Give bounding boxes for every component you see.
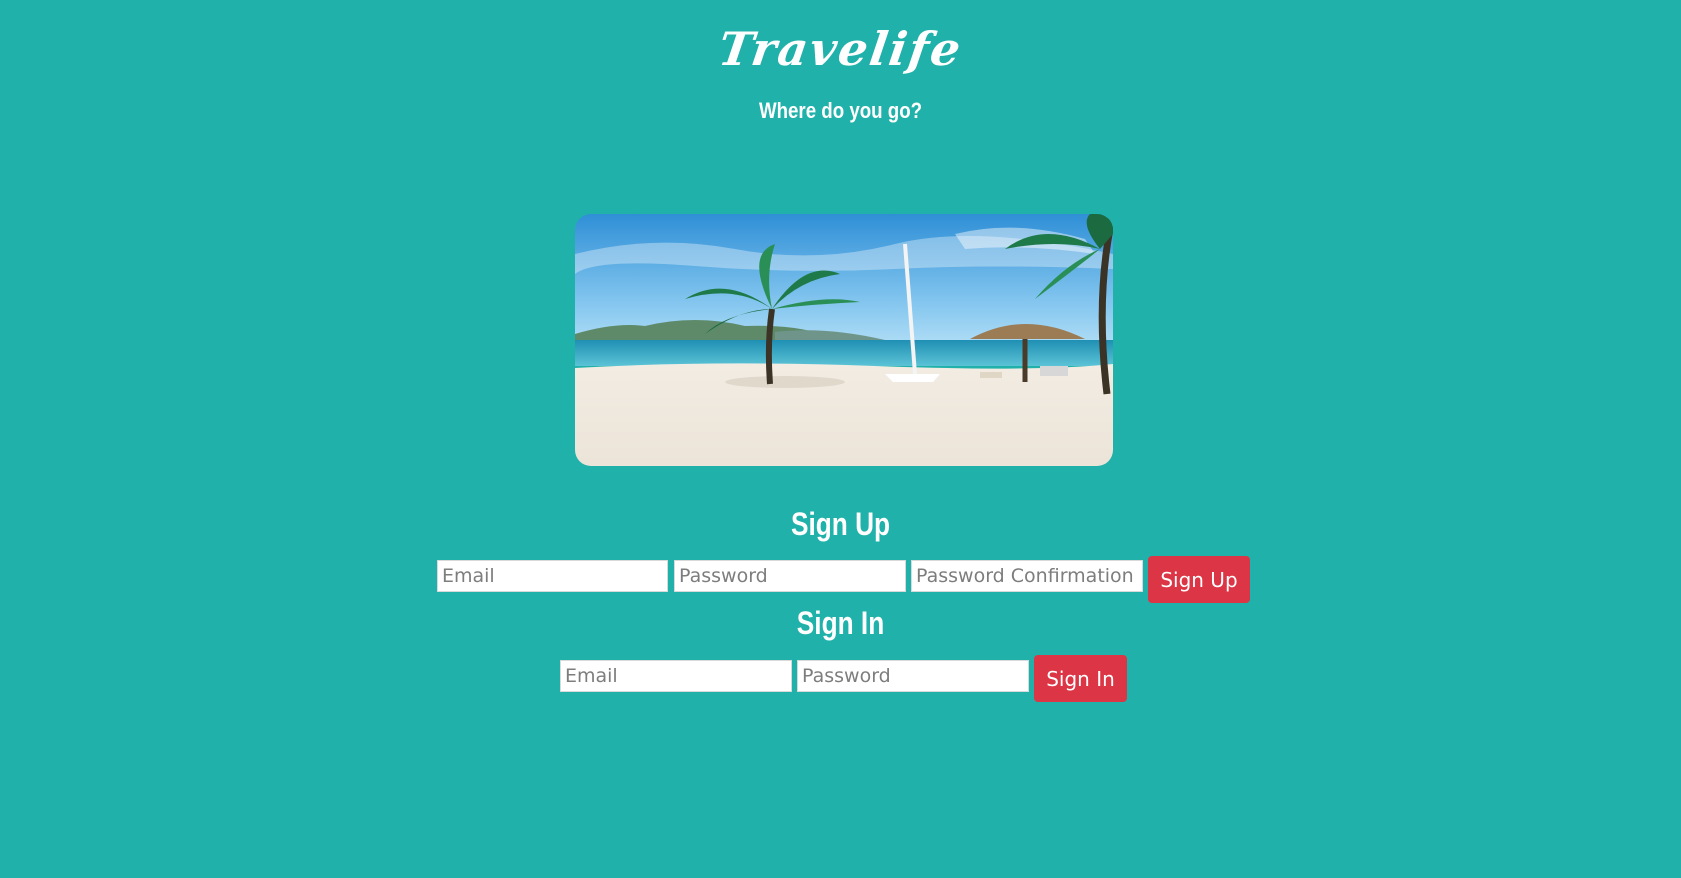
signin-password-input[interactable] (797, 660, 1029, 692)
brand-logo: Travelife (715, 22, 966, 76)
signin-email-input[interactable] (560, 660, 792, 692)
signin-title: Sign In (796, 605, 885, 641)
signup-password-input[interactable] (674, 560, 906, 592)
hero-image (575, 214, 1113, 466)
signup-email-input[interactable] (437, 560, 668, 592)
signin-button[interactable]: Sign In (1034, 655, 1127, 702)
beach-illustration (575, 214, 1113, 466)
tagline: Where do you go? (758, 98, 923, 123)
signup-password-confirmation-input[interactable] (911, 560, 1143, 592)
signup-title: Sign Up (790, 506, 891, 542)
page: Travelife Where do you go? Sign Up Email… (0, 0, 1681, 878)
signup-button[interactable]: Sign Up (1148, 556, 1250, 603)
